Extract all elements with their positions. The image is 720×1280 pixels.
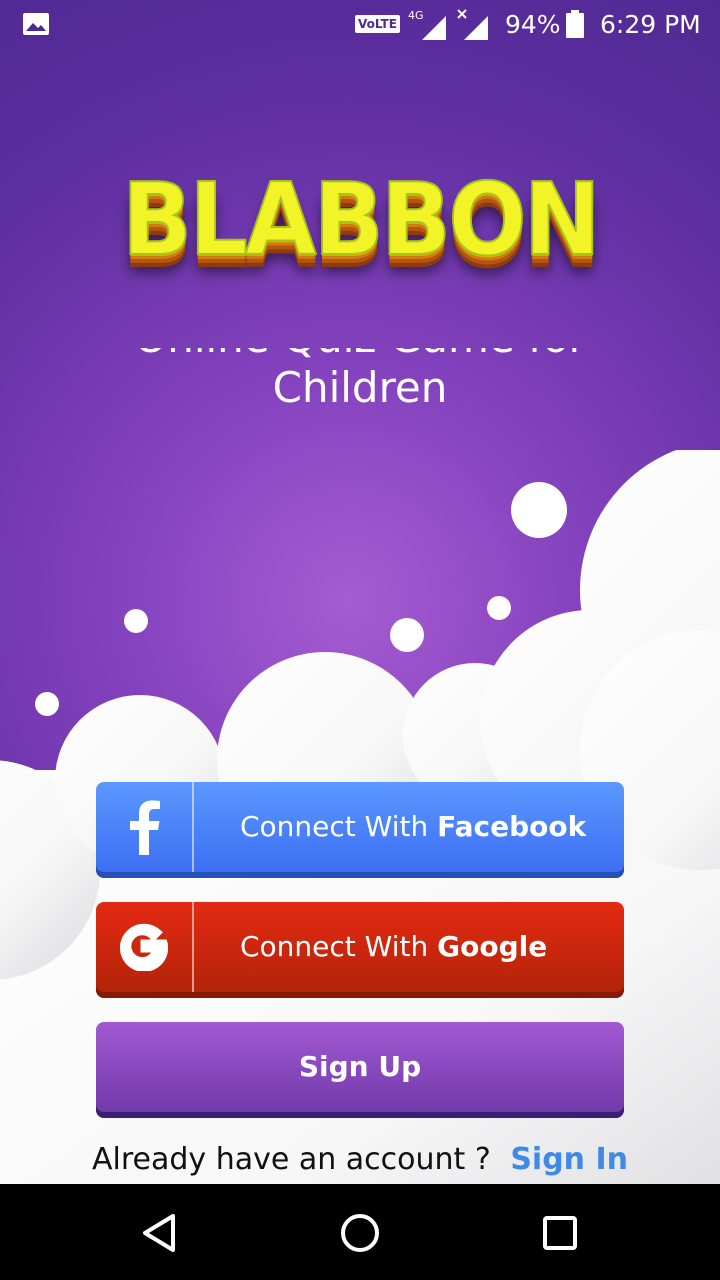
facebook-icon-box: [96, 782, 194, 872]
facebook-button-label: Connect With Facebook: [240, 810, 587, 843]
connect-facebook-button[interactable]: Connect With Facebook: [96, 782, 624, 878]
sign-in-prompt: Already have an account ?: [92, 1142, 491, 1177]
back-icon[interactable]: [135, 1208, 185, 1258]
bubble: [511, 482, 567, 538]
app-screen: VoLTE 4G 94% 6:29 PM BLABBON Online Quiz…: [0, 0, 720, 1280]
sign-up-button[interactable]: Sign Up: [96, 1022, 624, 1118]
google-icon-box: [96, 902, 194, 992]
sign-in-row: Already have an account ? Sign In: [0, 1142, 720, 1177]
sign-up-label: Sign Up: [298, 1050, 422, 1083]
battery-percent: 94%: [505, 10, 561, 39]
status-time: 6:29 PM: [600, 10, 701, 39]
sign-in-link[interactable]: Sign In: [510, 1142, 628, 1177]
home-icon[interactable]: [335, 1208, 385, 1258]
tagline-line-2: Children: [272, 363, 448, 412]
tagline-line-1: Online Quiz Game for: [134, 313, 586, 362]
connect-google-button[interactable]: Connect With Google: [96, 902, 624, 998]
signal-no-service-icon: [457, 9, 488, 40]
app-logo: BLABBON: [100, 150, 620, 300]
recents-icon[interactable]: [535, 1208, 585, 1258]
google-icon: [120, 923, 168, 971]
google-button-label: Connect With Google: [240, 930, 548, 963]
network-type: 4G: [408, 9, 424, 22]
volte-badge: VoLTE: [355, 15, 400, 33]
bubble: [487, 596, 511, 620]
status-bar: VoLTE 4G 94% 6:29 PM: [0, 0, 720, 50]
facebook-icon: [130, 800, 160, 855]
gallery-icon: [23, 13, 49, 35]
navigation-bar: [0, 1184, 720, 1280]
battery-icon: [566, 10, 584, 38]
bubble: [35, 692, 59, 716]
logo-text: BLABBON: [121, 160, 602, 279]
bubble: [124, 609, 148, 633]
bubble: [390, 618, 424, 652]
signal-icon: 4G: [408, 9, 446, 40]
tagline: Online Quiz Game for Children: [0, 313, 720, 416]
